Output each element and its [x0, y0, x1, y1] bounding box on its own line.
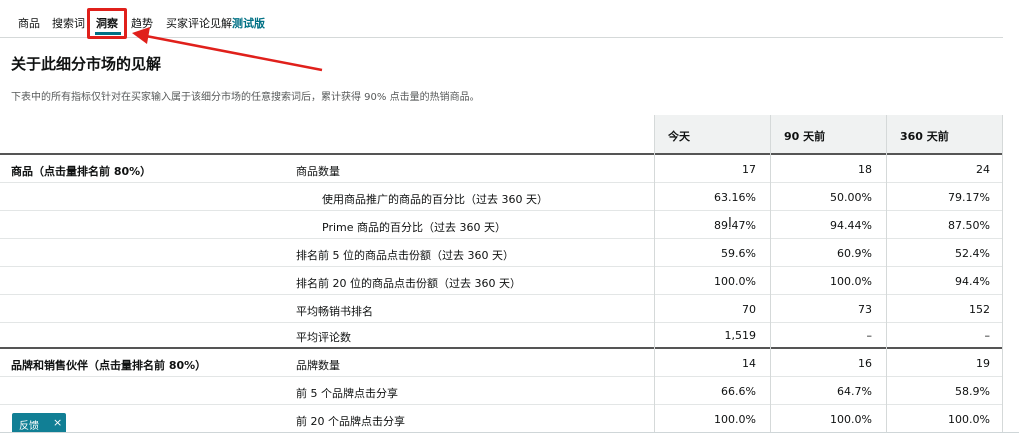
column-divider [1002, 115, 1003, 433]
value-today: 100.0% [714, 275, 756, 288]
value-360-days: 100.0% [948, 413, 990, 426]
value-90-days: 100.0% [830, 275, 872, 288]
row-divider [0, 238, 1003, 239]
value-360-days: 87.50% [948, 219, 990, 232]
value-today: 100.0% [714, 413, 756, 426]
metric-label: 品牌数量 [296, 359, 340, 372]
value-today: 70 [742, 303, 756, 316]
row-divider [0, 210, 1003, 211]
table-divider [0, 153, 1003, 155]
value-90-days: 73 [858, 303, 872, 316]
column-divider [770, 115, 771, 433]
value-90-days: 18 [858, 163, 872, 176]
metric-label: 使用商品推广的商品的百分比（过去 360 天） [322, 193, 548, 206]
tab-search-terms[interactable]: 搜索词 [52, 15, 85, 31]
value-90-days: – [866, 329, 873, 342]
page-description: 下表中的所有指标仅针对在买家输入属于该细分市场的任意搜索词后，累计获得 90% … [11, 92, 480, 103]
row-divider [0, 322, 1003, 323]
section-label-brands-sellers: 品牌和销售伙伴（点击量排名前 80%） [11, 359, 207, 372]
metric-label: 平均评论数 [296, 331, 351, 344]
value-today: 17 [742, 163, 756, 176]
metric-label: Prime 商品的百分比（过去 360 天） [322, 221, 506, 234]
column-divider [886, 115, 887, 433]
value-360-days: 58.9% [955, 385, 990, 398]
column-header-today: 今天 [668, 130, 690, 143]
column-divider [654, 115, 655, 433]
metric-label: 平均畅销书排名 [296, 305, 373, 318]
row-divider [0, 376, 1003, 377]
value-today: 59.6% [721, 247, 756, 260]
value-360-days: 52.4% [955, 247, 990, 260]
metric-label: 排名前 5 位的商品点击份额（过去 360 天） [296, 249, 514, 262]
value-today: 14 [742, 357, 756, 370]
table-header [654, 115, 1003, 154]
close-icon[interactable]: × [53, 416, 62, 429]
column-header-360-days-ago: 360 天前 [900, 130, 949, 143]
feedback-label: 反馈 [19, 421, 39, 432]
section-divider [0, 347, 1003, 349]
beta-badge: 测试版 [232, 17, 265, 30]
value-360-days: – [984, 329, 991, 342]
value-360-days: 24 [976, 163, 990, 176]
tab-buyer-review-insights[interactable]: 买家评论见解 [166, 15, 232, 31]
page-title: 关于此细分市场的见解 [11, 55, 162, 73]
value-today: 1,519 [724, 329, 757, 342]
value-90-days: 60.9% [837, 247, 872, 260]
tab-products[interactable]: 商品 [18, 15, 40, 31]
value-90-days: 94.44% [830, 219, 872, 232]
row-divider [0, 182, 1003, 183]
text-cursor-icon: I [728, 216, 732, 231]
value-today: 63.16% [714, 191, 756, 204]
row-divider [0, 294, 1003, 295]
value-today: 89.47% [714, 219, 756, 232]
feedback-button[interactable]: 反馈 × [12, 413, 66, 433]
tab-trends[interactable]: 趋势 [131, 15, 153, 31]
value-90-days: 64.7% [837, 385, 872, 398]
column-header-90-days-ago: 90 天前 [784, 130, 826, 143]
row-divider [0, 404, 1003, 405]
section-label-products: 商品（点击量排名前 80%） [11, 165, 152, 178]
value-today: 66.6% [721, 385, 756, 398]
tab-bar: 商品 搜索词 洞察 趋势 买家评论见解 测试版 [0, 0, 1003, 38]
metric-label: 排名前 20 位的商品点击份额（过去 360 天） [296, 277, 521, 290]
value-90-days: 100.0% [830, 413, 872, 426]
annotation-highlight-box [87, 8, 127, 39]
metric-label: 前 20 个品牌点击分享 [296, 415, 405, 428]
value-360-days: 79.17% [948, 191, 990, 204]
value-360-days: 152 [969, 303, 990, 316]
metric-label: 商品数量 [296, 165, 340, 178]
metric-label: 前 5 个品牌点击分享 [296, 387, 398, 400]
value-90-days: 16 [858, 357, 872, 370]
row-divider [0, 266, 1003, 267]
value-90-days: 50.00% [830, 191, 872, 204]
value-360-days: 19 [976, 357, 990, 370]
value-360-days: 94.4% [955, 275, 990, 288]
